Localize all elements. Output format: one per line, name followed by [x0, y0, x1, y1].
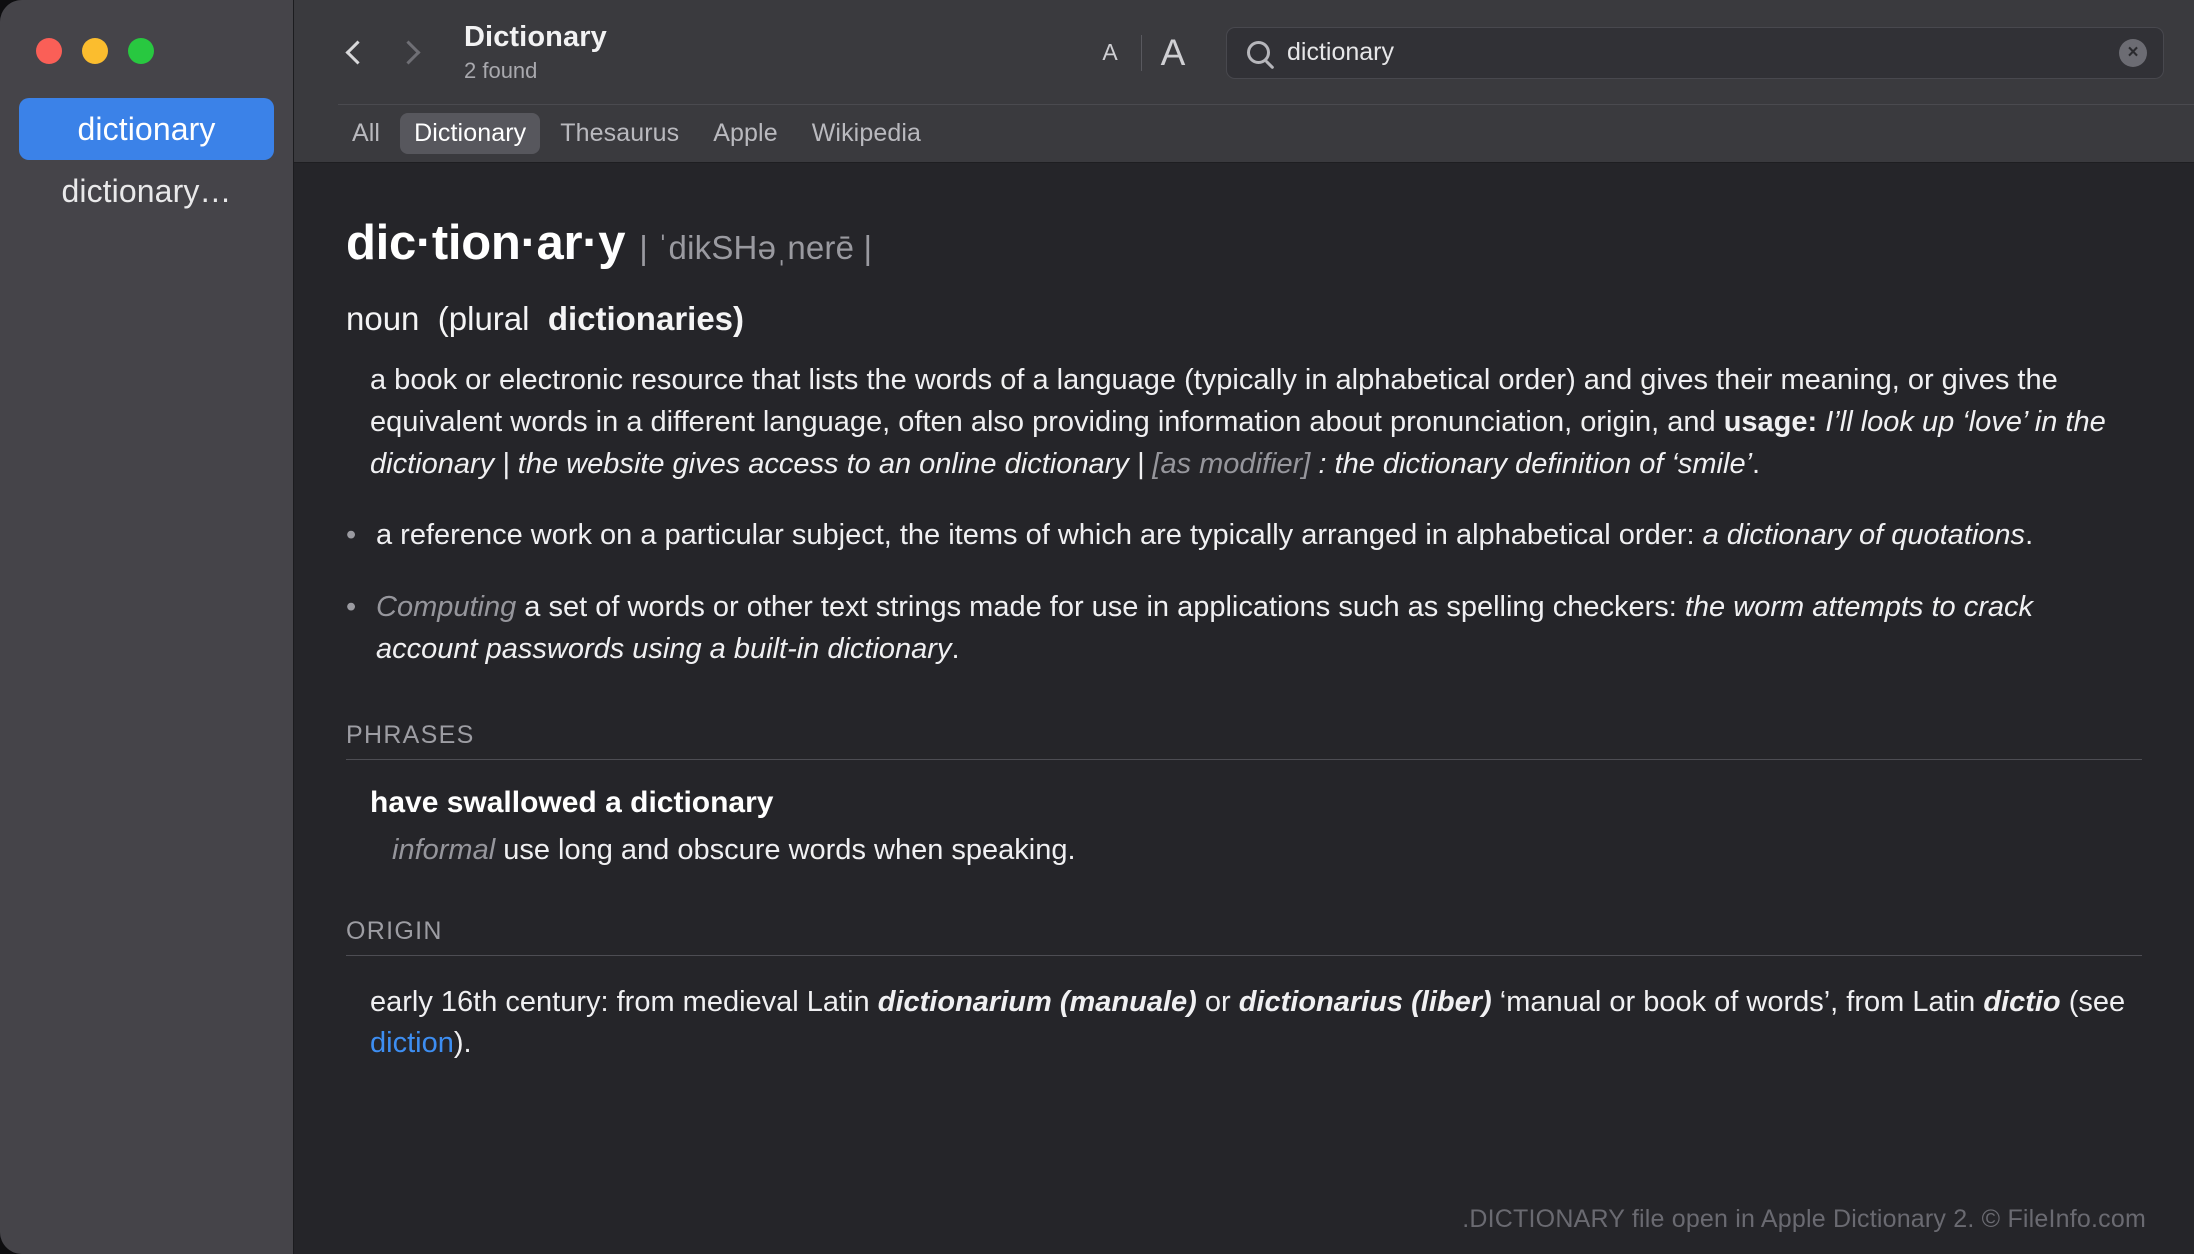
main-pane: Dictionary 2 found A A × All Dictionary … [294, 0, 2194, 1254]
sense-primary: a book or electronic resource that lists… [346, 360, 2142, 485]
font-size-controls: A A [1087, 32, 1196, 74]
plural-form: dictionaries) [547, 300, 745, 337]
tab-apple[interactable]: Apple [699, 113, 791, 154]
phrases-heading: PHRASES [346, 720, 475, 749]
source-tabs: All Dictionary Thesaurus Apple Wikipedia [294, 105, 2194, 163]
modifier-label: [as modifier] [1152, 447, 1311, 480]
origin-text: early 16th century: from medieval Latin … [346, 982, 2142, 1066]
origin-part-3: ‘manual or book of words’, from Latin [1491, 985, 1984, 1018]
forward-button[interactable] [394, 30, 428, 76]
bullet-icon: • [346, 519, 357, 552]
back-button[interactable] [338, 30, 372, 76]
usage-label: usage: [1723, 405, 1818, 438]
phrase-definition: informal use long and obscure words when… [346, 834, 2142, 867]
close-button[interactable] [36, 38, 62, 64]
search-input[interactable] [1287, 38, 2119, 67]
decrease-font-size-button[interactable]: A [1087, 39, 1133, 66]
origin-latin-1: dictionarium (manuale) [877, 985, 1197, 1018]
search-field[interactable]: × [1226, 26, 2164, 79]
chevron-right-icon [396, 40, 421, 65]
inflection-open: (plural [437, 300, 530, 337]
subsense-1-example: a dictionary of quotations [1702, 519, 2026, 552]
sidebar-item-dictionary-selected[interactable]: dictionary [19, 98, 274, 160]
watermark: .DICTIONARY file open in Apple Dictionar… [1462, 1205, 2146, 1233]
sense-period: . [1752, 447, 1761, 480]
headword: dic·tion·ar·y [346, 216, 626, 270]
subsense-1-text: a reference work on a particular subject… [376, 519, 1703, 552]
subsense-1-period: . [2025, 519, 2034, 552]
dictionary-window: dictionary dictionary… Dictionary 2 foun… [0, 0, 2194, 1254]
origin-heading: ORIGIN [346, 916, 443, 945]
search-icon [1247, 41, 1270, 64]
origin-part-2: or [1196, 985, 1239, 1018]
example-3: : the dictionary definition of ‘smile’ [1310, 447, 1753, 480]
zoom-button[interactable] [128, 38, 154, 64]
part-of-speech: noun [346, 300, 420, 337]
example-2: the website gives access to an online di… [517, 447, 1129, 480]
subsense-2-period: . [951, 632, 960, 665]
origin-latin-3: dictio [1983, 985, 2061, 1018]
phrases-divider [346, 758, 2142, 760]
pronunciation: | ˈdikSHəˌnerē | [639, 229, 873, 266]
clear-search-icon[interactable]: × [2119, 38, 2147, 67]
sidebar: dictionary dictionary… [0, 0, 294, 1254]
origin-part-5: ). [453, 1027, 472, 1060]
subsense-2: • Computing a set of words or other text … [346, 587, 2142, 671]
chevron-left-icon [345, 40, 370, 65]
register-label-informal: informal [392, 833, 496, 866]
toolbar: Dictionary 2 found A A × [294, 0, 2194, 105]
subsense-2-text: a set of words or other text strings mad… [516, 591, 1685, 623]
subsense-1: • a reference work on a particular subjec… [346, 515, 2142, 557]
navigation-arrows [338, 30, 428, 76]
diction-link[interactable]: diction [370, 1027, 454, 1059]
part-of-speech-line: noun (plural dictionaries) [346, 300, 2142, 338]
headword-row: dic·tion·ar·y | ˈdikSHəˌnerē | [346, 215, 2142, 271]
domain-label-computing: Computing [376, 591, 517, 623]
phrase-definition-text: use long and obscure words when speaking… [495, 833, 1076, 866]
origin-part-1: early 16th century: from medieval Latin [370, 985, 878, 1018]
tab-wikipedia[interactable]: Wikipedia [798, 113, 935, 154]
increase-font-size-button[interactable]: A [1150, 32, 1196, 74]
definition-content: dic·tion·ar·y | ˈdikSHəˌnerē | noun (plu… [294, 163, 2194, 1254]
bullet-icon: • [346, 591, 357, 623]
tab-dictionary[interactable]: Dictionary [400, 113, 541, 154]
sidebar-item-dictionary-2[interactable]: dictionary… [19, 160, 274, 222]
origin-latin-2: dictionarius (liber) [1238, 985, 1492, 1018]
example-separator-2: | [1128, 447, 1153, 480]
phrase-term: have swallowed a dictionary [370, 785, 774, 819]
title-block: Dictionary 2 found [464, 21, 607, 83]
search-results-list: dictionary dictionary… [0, 98, 293, 222]
tab-all[interactable]: All [338, 113, 394, 154]
results-count: 2 found [464, 58, 538, 84]
page-title: Dictionary [464, 21, 607, 54]
example-separator-1: | [494, 447, 518, 480]
origin-divider [346, 954, 2142, 956]
toolbar-divider [1141, 34, 1142, 71]
origin-part-4: (see [2060, 985, 2126, 1018]
window-controls [0, 0, 293, 64]
minimize-button[interactable] [82, 38, 108, 64]
tab-thesaurus[interactable]: Thesaurus [546, 113, 693, 154]
